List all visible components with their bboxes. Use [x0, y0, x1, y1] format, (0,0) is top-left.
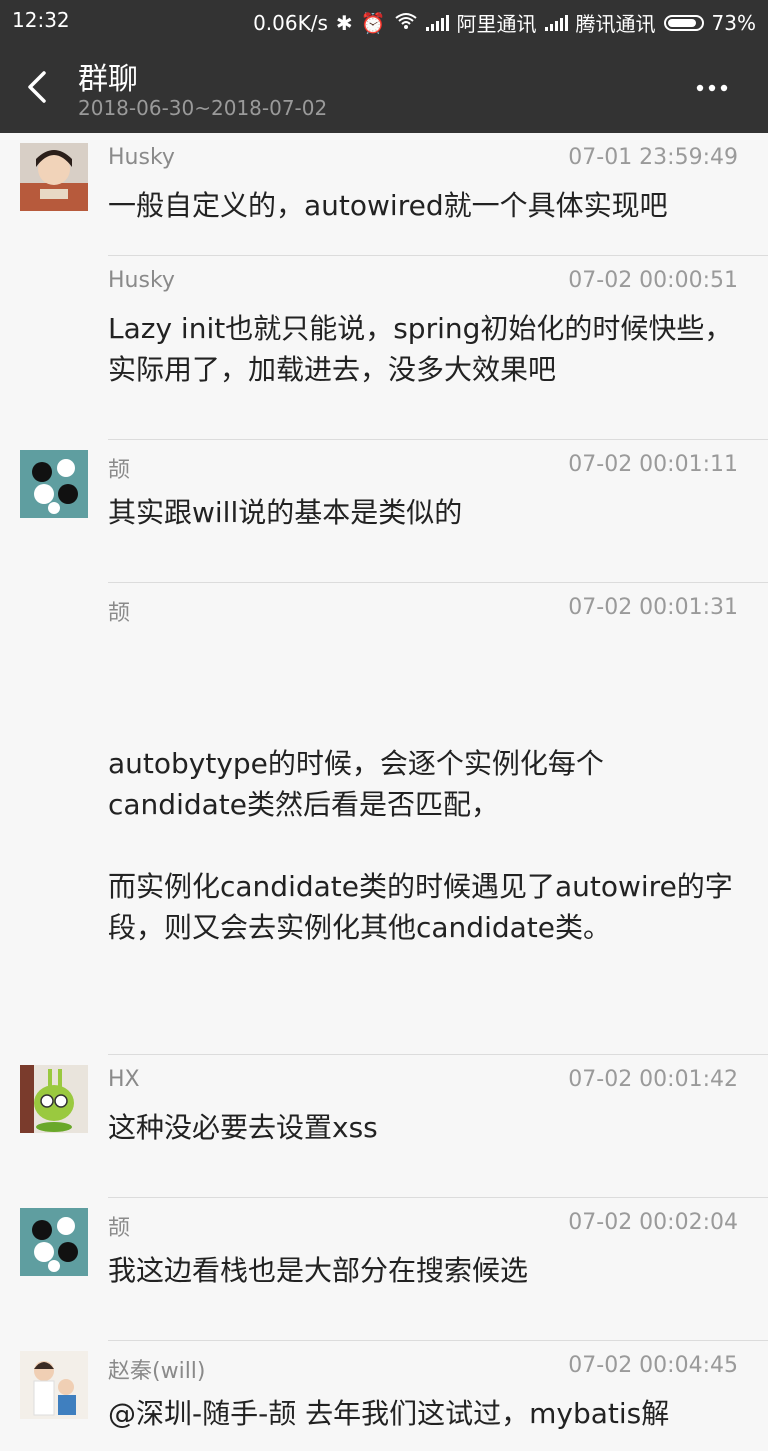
- net-speed: 0.06K/s: [253, 10, 328, 35]
- message-time: 07-01 23:59:49: [568, 145, 738, 170]
- message-text: @深圳-随手-颉 去年我们这试过，mybatis解: [108, 1397, 670, 1430]
- message-item[interactable]: HX 07-02 00:01:42 这种没必要去设置xss: [0, 1055, 768, 1198]
- sender-name: 颉: [108, 601, 131, 626]
- status-indicators: 0.06K/s ✱ ⏰ 阿里通讯 腾讯通讯 73%: [253, 8, 756, 37]
- message-time: 07-02 00:01:11: [568, 452, 738, 477]
- message-list[interactable]: Husky 07-01 23:59:49 一般自定义的，autowired就一个…: [0, 133, 768, 1451]
- message-time: 07-02 00:00:51: [568, 268, 738, 293]
- message-text: autobytype的时候，会逐个实例化每个candidate类然后看是否匹配，…: [108, 747, 733, 944]
- sender-name: Husky: [108, 145, 175, 170]
- message-text: 我这边看栈也是大部分在搜索候选: [108, 1254, 529, 1287]
- message-item[interactable]: 颉 07-02 00:02:04 我这边看栈也是大部分在搜索候选: [0, 1198, 768, 1341]
- avatar[interactable]: [20, 143, 88, 211]
- status-bar: 12:32 0.06K/s ✱ ⏰ 阿里通讯 腾讯通讯 73%: [0, 0, 768, 42]
- message-time: 07-02 00:02:04: [568, 1210, 738, 1235]
- bluetooth-icon: ✱: [335, 10, 353, 35]
- avatar[interactable]: [20, 1351, 88, 1419]
- message-item[interactable]: 颉 07-02 00:01:31 autobytype的时候，会逐个实例化每个c…: [0, 583, 768, 1055]
- signal-icon: [425, 14, 449, 31]
- message-item[interactable]: 赵秦(will) 07-02 00:04:45 @深圳-随手-颉 去年我们这试过…: [0, 1341, 768, 1451]
- avatar[interactable]: [20, 1208, 88, 1276]
- battery-icon: [663, 14, 704, 31]
- message-text: 这种没必要去设置xss: [108, 1111, 378, 1144]
- status-time: 12:32: [12, 8, 70, 32]
- sender-name: 颉: [108, 458, 131, 483]
- message-text: 其实跟will说的基本是类似的: [108, 496, 463, 529]
- back-arrow-icon[interactable]: [24, 67, 54, 107]
- message-time: 07-02 00:04:45: [568, 1353, 738, 1378]
- date-range: 2018-06-30~2018-07-02: [78, 96, 328, 120]
- message-time: 07-02 00:01:42: [568, 1067, 738, 1092]
- battery-level: 73%: [711, 10, 756, 35]
- message-item[interactable]: Husky 07-01 23:59:49 一般自定义的，autowired就一个…: [0, 133, 768, 256]
- sender-name: 赵秦(will): [108, 1359, 206, 1384]
- header: 群聊 2018-06-30~2018-07-02: [0, 42, 768, 133]
- sender-name: Husky: [108, 268, 175, 293]
- message-text: Lazy init也就只能说，spring初始化的时候快些，实际用了，加载进去，…: [108, 312, 733, 386]
- message-time: 07-02 00:01:31: [568, 595, 738, 620]
- page-title: 群聊: [78, 62, 138, 97]
- avatar[interactable]: [20, 1065, 88, 1133]
- message-item[interactable]: 颉 07-02 00:01:11 其实跟will说的基本是类似的: [0, 440, 768, 583]
- alarm-icon: ⏰: [360, 10, 386, 35]
- carrier-2: 腾讯通讯: [575, 12, 656, 36]
- more-options-icon[interactable]: [694, 78, 738, 98]
- message-text: 一般自定义的，autowired就一个具体实现吧: [108, 189, 668, 222]
- sender-name: 颉: [108, 1216, 131, 1241]
- signal-icon: [544, 14, 568, 31]
- sender-name: HX: [108, 1067, 140, 1092]
- message-item[interactable]: Husky 07-02 00:00:51 Lazy init也就只能说，spri…: [0, 256, 768, 440]
- carrier-1: 阿里通讯: [456, 12, 537, 36]
- wifi-icon: [394, 11, 418, 35]
- avatar[interactable]: [20, 450, 88, 518]
